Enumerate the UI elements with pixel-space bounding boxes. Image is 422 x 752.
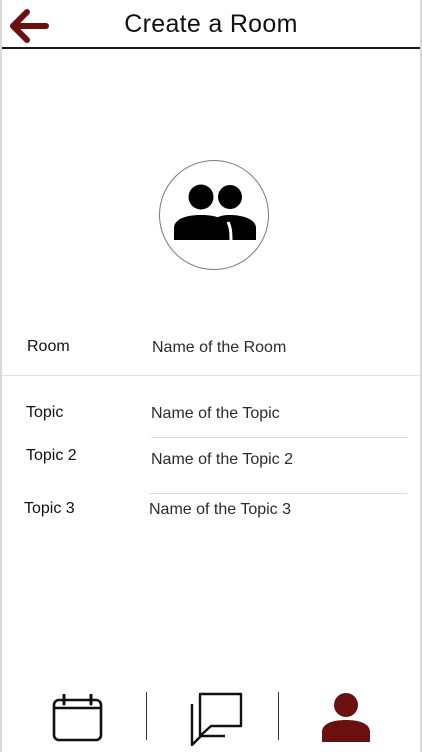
header-bar: Create a Room: [2, 0, 420, 49]
nav-profile-button[interactable]: [320, 692, 372, 742]
topic-3-label: Topic 3: [24, 500, 75, 517]
nav-calendar-button[interactable]: [52, 693, 104, 742]
room-divider: [2, 375, 420, 376]
topic-2-label: Topic 2: [26, 447, 77, 464]
topic-name-input[interactable]: [151, 403, 401, 425]
room-image-picker[interactable]: [159, 160, 269, 270]
calendar-icon: [52, 693, 103, 742]
nav-separator: [146, 692, 147, 740]
topic-2-divider: [149, 493, 407, 494]
create-room-screen: Create a Room Room Topic Topic 2 Topic 3: [0, 0, 422, 752]
nav-chat-button[interactable]: [189, 690, 245, 747]
page-title: Create a Room: [124, 10, 298, 38]
nav-separator: [278, 692, 279, 740]
topic-3-name-input[interactable]: [149, 499, 399, 521]
room-label: Room: [27, 338, 70, 355]
chat-icon: [190, 692, 243, 747]
topic-divider: [151, 437, 408, 438]
group-icon: [174, 184, 256, 241]
profile-icon: [322, 693, 370, 742]
topic-2-name-input[interactable]: [151, 449, 401, 471]
topic-label: Topic: [26, 404, 64, 421]
room-name-input[interactable]: [152, 337, 402, 359]
